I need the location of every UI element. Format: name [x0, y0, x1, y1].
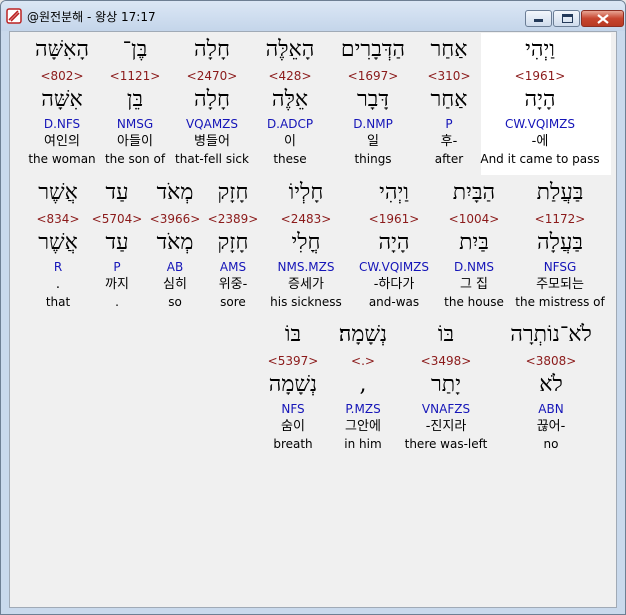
- lexical-form: לֹא: [539, 372, 563, 397]
- close-icon: [597, 14, 609, 24]
- english-gloss: And it came to pass: [480, 152, 600, 166]
- strong-number: <3808>: [525, 354, 577, 368]
- hebrew-word: בּוֹ: [437, 322, 455, 347]
- window-title: @원전분해 - 왕상 17:17: [27, 10, 156, 24]
- korean-gloss: -진지라: [425, 419, 467, 434]
- maximize-button[interactable]: [553, 10, 580, 27]
- analysis-pane: הָאִשָּׁה <802> אִשָּׁה D.NFS 여인의 the wo…: [9, 31, 617, 608]
- english-gloss: the mistress of: [515, 295, 605, 309]
- english-gloss: there was-left: [404, 437, 488, 451]
- morphology-code: VNAFZS: [421, 402, 471, 416]
- korean-gloss: 끊어-: [536, 419, 566, 434]
- minimize-icon: [534, 19, 543, 22]
- lexical-form: הָיָה: [524, 87, 556, 112]
- strong-number: <1961>: [514, 69, 566, 83]
- app-window: @원전분해 - 왕상 17:17 הָאִשָּׁה <802> אִשָּׁה…: [0, 0, 626, 615]
- maximize-icon: [562, 14, 573, 23]
- hebrew-word: בַּעֲלַת: [536, 180, 584, 205]
- morphology-code: CW.VQIMZS: [504, 117, 576, 131]
- korean-gloss: -에: [531, 134, 549, 149]
- app-logo-icon: [6, 8, 22, 24]
- lexical-form: בַּעֲלָה: [537, 230, 583, 255]
- close-button[interactable]: [581, 10, 624, 27]
- english-gloss: no: [543, 437, 559, 451]
- strong-number: <3498>: [420, 354, 472, 368]
- hebrew-word: לֹא־נוֹתְרָה: [510, 322, 592, 347]
- morphology-code: NFSG: [543, 260, 577, 274]
- minimize-button[interactable]: [525, 10, 552, 27]
- lexical-form: יָתַר: [431, 372, 461, 397]
- title-bar[interactable]: @원전분해 - 왕상 17:17: [1, 1, 625, 31]
- morphology-code: ABN: [538, 402, 564, 416]
- hebrew-word: וַיְהִי: [525, 37, 555, 62]
- strong-number: <1172>: [534, 212, 586, 226]
- korean-gloss: 주모되는: [536, 277, 584, 292]
